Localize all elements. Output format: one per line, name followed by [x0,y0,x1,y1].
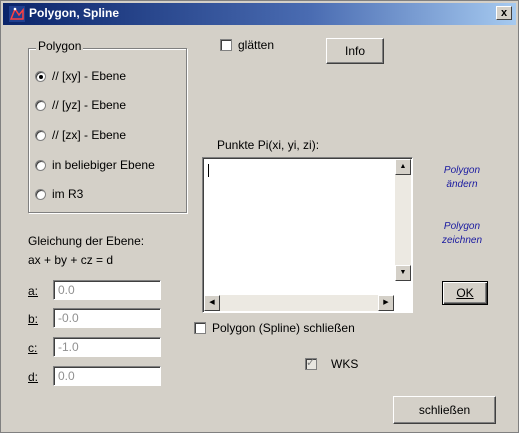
chevron-down-icon: ▼ [399,269,407,276]
radio-indicator[interactable] [35,70,46,82]
chevron-right-icon: ▶ [383,299,389,306]
close-dialog-button-label: schließen [418,403,471,417]
coef-c-label: c: [28,341,38,355]
polygon-group-legend-text: Polygon [38,39,82,53]
info-button-label: Info [344,44,365,58]
coef-d-field[interactable]: 0.0 [53,366,161,386]
horizontal-scrollbar[interactable]: ◀ ▶ [204,295,394,311]
polygon-group-legend: Polygon [36,39,84,53]
radio-label-yz: // [yz] - Ebene [52,98,127,112]
plane-equation-heading: Gleichung der Ebene: [28,234,145,248]
smooth-checkbox-row[interactable]: glätten [220,38,274,52]
radio-label-zx: // [zx] - Ebene [52,128,127,142]
radio-indicator[interactable] [35,159,46,171]
checkmark-icon: ✓ [306,357,316,369]
radio-r3[interactable]: im R3 [35,186,83,202]
close-window-button[interactable]: x [496,6,512,20]
title-bar[interactable]: Polygon, Spline x [3,3,516,25]
coef-b-label: b: [28,312,39,326]
radio-label-xy: // [xy] - Ebene [52,69,127,83]
wks-checkbox[interactable]: ✓ [305,357,317,370]
coef-d-label: d: [28,370,39,384]
smooth-checkbox[interactable] [220,39,232,51]
wks-row[interactable]: ✓ WKS [305,357,358,371]
draw-polygon-button[interactable]: Polygon zeichnen [429,220,495,248]
radio-arbitrary-plane[interactable]: in beliebiger Ebene [35,157,155,173]
scroll-down-arrow[interactable]: ▼ [395,265,411,281]
ok-button[interactable]: OK [442,281,488,305]
radio-indicator[interactable] [35,99,46,111]
info-button[interactable]: Info [326,38,384,64]
coef-c-field[interactable]: -1.0 [53,337,161,357]
vertical-scrollbar[interactable]: ▲ ▼ [395,159,411,281]
plane-equation-formula: ax + by + cz = d [28,253,114,267]
close-polygon-label: Polygon (Spline) schließen [212,321,355,335]
chevron-left-icon: ◀ [209,299,215,306]
points-textarea[interactable]: ▲ ▼ ◀ ▶ [202,157,413,313]
close-dialog-button[interactable]: schließen [393,396,496,424]
radio-label-arbitrary: in beliebiger Ebene [52,158,155,172]
radio-indicator[interactable] [35,188,46,200]
radio-indicator[interactable] [35,129,46,141]
scroll-left-arrow[interactable]: ◀ [204,295,220,311]
draw-polygon-line2: zeichnen [441,235,483,246]
change-polygon-line2: ändern [446,179,478,190]
ok-button-label: OK [456,286,474,300]
draw-polygon-line1: Polygon [443,221,481,232]
radio-zx-plane[interactable]: // [zx] - Ebene [35,127,126,143]
coef-a-field[interactable]: 0.0 [53,280,161,300]
change-polygon-line1: Polygon [443,165,481,176]
scroll-up-arrow[interactable]: ▲ [395,159,411,175]
radio-yz-plane[interactable]: // [yz] - Ebene [35,97,126,113]
text-caret [208,164,209,177]
chevron-up-icon: ▲ [399,163,407,170]
change-polygon-button[interactable]: Polygon ändern [429,164,495,192]
radio-label-r3: im R3 [52,187,84,201]
radio-xy-plane[interactable]: // [xy] - Ebene [35,68,126,84]
points-label: Punkte Pi(xi, yi, zi): [217,138,320,152]
smooth-label: glätten [238,38,275,52]
app-icon [9,6,25,22]
scroll-right-arrow[interactable]: ▶ [378,295,394,311]
dialog-window: Polygon, Spline x Polygon // [xy] - Eben… [0,0,519,433]
window-title: Polygon, Spline [29,6,120,20]
close-polygon-checkbox[interactable] [194,322,206,334]
close-icon: x [500,7,508,19]
coef-a-label: a: [28,284,39,298]
close-polygon-row[interactable]: Polygon (Spline) schließen [194,321,355,335]
wks-label: WKS [331,357,359,371]
coef-b-field[interactable]: -0.0 [53,308,161,328]
